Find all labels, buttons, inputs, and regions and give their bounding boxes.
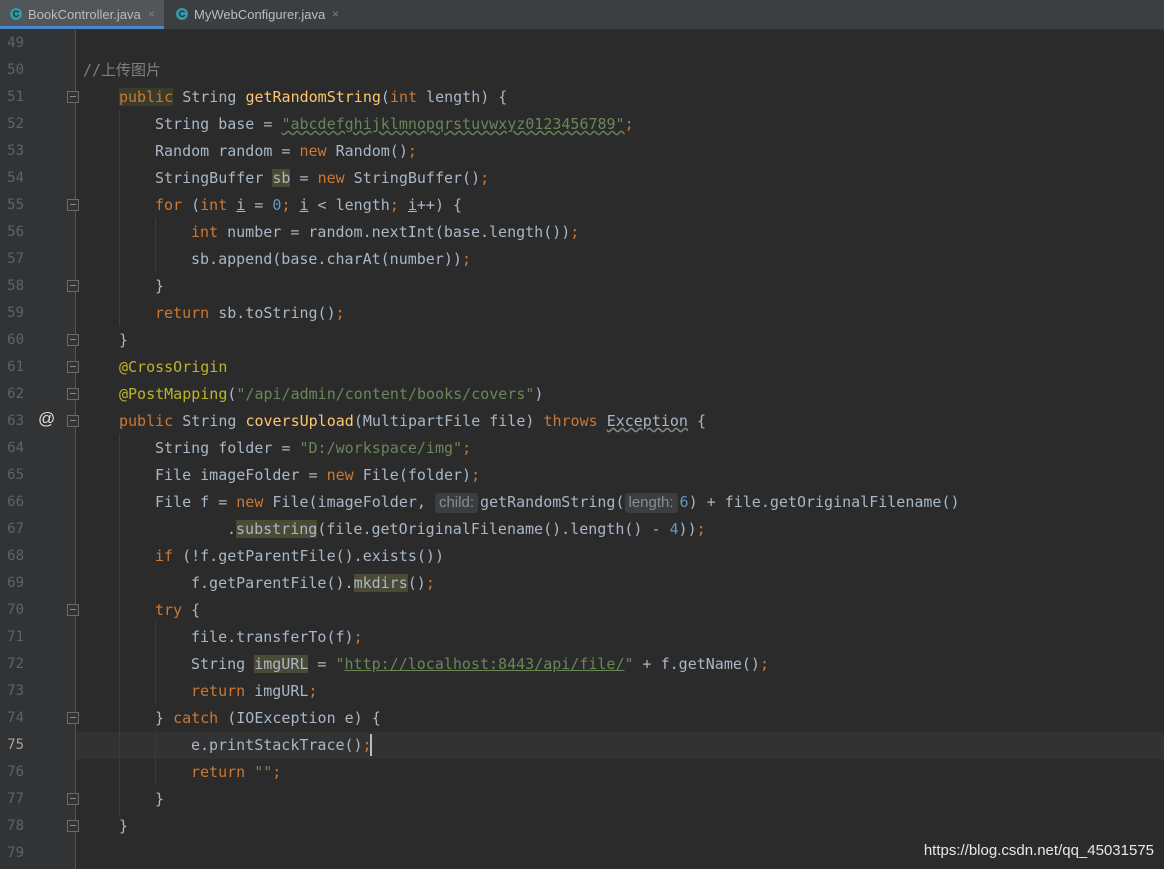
fold-icon[interactable] xyxy=(67,712,79,724)
code-line: sb.append(base.charAt(number)); xyxy=(191,250,471,268)
line-number: 51 xyxy=(7,89,24,105)
code-line: } xyxy=(155,790,165,808)
code-line: @CrossOrigin xyxy=(119,358,228,376)
code-line: return ""; xyxy=(191,763,282,781)
line-number: 60 xyxy=(7,332,24,348)
code-line: return imgURL; xyxy=(191,682,318,700)
parameter-hint: child: xyxy=(434,493,478,513)
fold-icon[interactable] xyxy=(67,91,79,103)
line-number: 71 xyxy=(7,629,24,645)
line-number: 67 xyxy=(7,521,24,537)
fold-icon[interactable] xyxy=(67,361,79,373)
line-number: 75 xyxy=(7,737,24,753)
line-number: 68 xyxy=(7,548,24,564)
line-number: 50 xyxy=(7,62,24,78)
line-number: 58 xyxy=(7,278,24,294)
line-number: 64 xyxy=(7,440,24,456)
line-number: 72 xyxy=(7,656,24,672)
line-number: 73 xyxy=(7,683,24,699)
url-link[interactable]: http://localhost:8443/api/file/ xyxy=(345,655,625,673)
line-number: 53 xyxy=(7,143,24,159)
code-line: e.printStackTrace(); xyxy=(191,736,372,754)
line-number: 49 xyxy=(7,35,24,51)
code-line: File imageFolder = new File(folder); xyxy=(155,466,481,484)
code-line: int number = random.nextInt(base.length(… xyxy=(191,223,580,241)
line-number: 76 xyxy=(7,764,24,780)
line-number: 74 xyxy=(7,710,24,726)
line-number: 69 xyxy=(7,575,24,591)
code-line: String folder = "D:/workspace/img"; xyxy=(155,439,472,457)
fold-icon[interactable] xyxy=(67,415,79,427)
fold-icon[interactable] xyxy=(67,793,79,805)
line-number: 52 xyxy=(7,116,24,132)
text-cursor xyxy=(370,734,372,756)
line-number: 65 xyxy=(7,467,24,483)
fold-icon[interactable] xyxy=(67,388,79,400)
code-line: //上传图片 xyxy=(83,57,1164,84)
line-number: 79 xyxy=(7,845,24,861)
code-line: } catch (IOException e) { xyxy=(155,709,381,727)
code-line: File f = new File(imageFolder, child: get… xyxy=(155,493,960,513)
line-number: 59 xyxy=(7,305,24,321)
code-editor[interactable]: 49 50 //上传图片 51 public String getRandomS… xyxy=(0,0,1164,869)
code-line: Random random = new Random(); xyxy=(155,142,417,160)
line-number: 54 xyxy=(7,170,24,186)
line-number: 55 xyxy=(7,197,24,213)
code-line: public String getRandomString(int length… xyxy=(119,88,508,106)
code-line: StringBuffer sb = new StringBuffer(); xyxy=(155,169,490,187)
code-line: return sb.toString(); xyxy=(155,304,345,322)
code-line: @PostMapping("/api/admin/content/books/c… xyxy=(119,385,544,403)
code-line: public String coversUpload(MultipartFile… xyxy=(119,412,707,430)
mapping-gutter-icon[interactable]: @ xyxy=(38,409,55,429)
fold-icon[interactable] xyxy=(67,334,79,346)
line-number: 70 xyxy=(7,602,24,618)
line-number: 62 xyxy=(7,386,24,402)
line-number: 78 xyxy=(7,818,24,834)
code-line: f.getParentFile().mkdirs(); xyxy=(191,574,435,592)
line-number: 77 xyxy=(7,791,24,807)
line-number: 66 xyxy=(7,494,24,510)
fold-icon[interactable] xyxy=(67,280,79,292)
line-number: 57 xyxy=(7,251,24,267)
code-line: file.transferTo(f); xyxy=(191,628,363,646)
fold-icon[interactable] xyxy=(67,820,79,832)
comment: //上传图片 xyxy=(83,61,162,79)
code-line: } xyxy=(119,331,129,349)
code-line: String imgURL = "http://localhost:8443/a… xyxy=(191,655,769,673)
code-line: } xyxy=(119,817,129,835)
line-number: 56 xyxy=(7,224,24,240)
code-line: String base = "abcdefghijklmnopqrstuvwxy… xyxy=(155,115,634,133)
fold-icon[interactable] xyxy=(67,604,79,616)
code-line: if (!f.getParentFile().exists()) xyxy=(155,547,444,565)
line-number: 61 xyxy=(7,359,24,375)
watermark: https://blog.csdn.net/qq_45031575 xyxy=(923,842,1154,859)
code-line: } xyxy=(155,277,165,295)
code-line: for (int i = 0; i < length; i++) { xyxy=(155,196,463,214)
line-number: 63 xyxy=(7,413,24,429)
fold-icon[interactable] xyxy=(67,199,79,211)
code-line: try { xyxy=(155,601,201,619)
parameter-hint: length: xyxy=(624,493,678,513)
code-line: .substring(file.getOriginalFilename().le… xyxy=(227,520,706,538)
